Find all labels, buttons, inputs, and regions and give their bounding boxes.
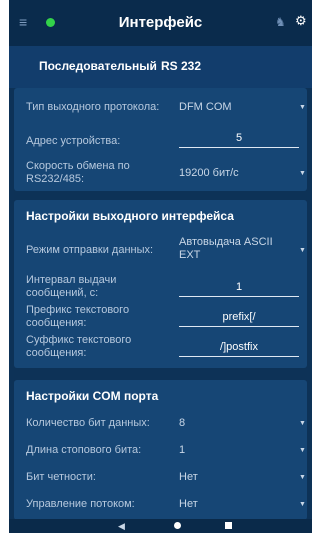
data-bits-value[interactable]: 8 [179, 417, 279, 430]
chevron-down-icon[interactable]: ▼ [299, 419, 306, 429]
app-bar: ≡ Интерфейс ♞ ⚙ [9, 0, 312, 46]
tab-rs232[interactable]: RS 232 [161, 59, 201, 73]
device-address-input[interactable]: 5 [179, 130, 299, 148]
chevron-down-icon[interactable]: ▼ [299, 246, 306, 256]
text-suffix-label: Суффикс текстового сообщения: [26, 334, 132, 359]
page-title: Интерфейс [118, 14, 203, 31]
protocol-type-label: Тип выходного протокола: [26, 101, 160, 113]
flow-control-value[interactable]: Нет [179, 498, 279, 511]
data-bits-label: Количество бит данных: [26, 417, 150, 429]
text-suffix-input[interactable]: /]postfix [179, 339, 299, 357]
text-prefix-input[interactable]: prefix[/ [179, 309, 299, 327]
stop-bits-value[interactable]: 1 [179, 444, 279, 457]
output-interface-title: Настройки выходного интерфейса [26, 209, 234, 223]
gear-icon[interactable]: ⚙ [295, 13, 309, 29]
chevron-down-icon[interactable]: ▼ [299, 103, 306, 113]
chevron-down-icon[interactable]: ▼ [299, 473, 306, 483]
message-interval-input[interactable]: 1 [179, 279, 299, 297]
chevron-down-icon[interactable]: ▼ [299, 446, 306, 456]
parity-label: Бит четности: [26, 471, 96, 483]
stop-bits-label: Длина стопового бита: [26, 444, 142, 456]
baud-rate-value[interactable]: 19200 бит/с [179, 167, 279, 180]
com-port-card: Настройки COM порта Количество бит данны… [14, 380, 307, 520]
device-address-label: Адрес устройства: [26, 135, 121, 147]
back-icon[interactable]: ◀ [118, 520, 125, 532]
send-mode-value[interactable]: Автовыдача ASCII EXT [179, 236, 284, 262]
flow-control-label: Управление потоком: [26, 498, 135, 510]
recent-apps-icon[interactable] [225, 522, 232, 529]
baud-rate-label: Скорость обмена по RS232/485: [26, 160, 130, 185]
home-icon[interactable] [174, 522, 181, 529]
app-frame: ≡ Интерфейс ♞ ⚙ Последовательный RS 232 … [9, 0, 312, 533]
user-icon[interactable]: ♞ [275, 14, 289, 30]
send-mode-label: Режим отправки данных: [26, 244, 154, 256]
interface-tabs: Последовательный RS 232 [9, 46, 312, 88]
output-interface-card: Настройки выходного интерфейса Режим отп… [14, 200, 307, 368]
text-prefix-label: Префикс текстового сообщения: [26, 304, 130, 329]
chevron-down-icon[interactable]: ▼ [299, 500, 306, 510]
tab-serial[interactable]: Последовательный [39, 59, 157, 73]
protocol-card: Тип выходного протокола: DFM COM ▼ Адрес… [14, 88, 307, 191]
chevron-down-icon[interactable]: ▼ [299, 169, 306, 179]
com-port-title: Настройки COM порта [26, 389, 159, 403]
system-nav-bar: ◀ [9, 519, 312, 533]
parity-value[interactable]: Нет [179, 471, 279, 484]
message-interval-label: Интервал выдачи сообщений, с: [26, 274, 117, 299]
protocol-type-value[interactable]: DFM COM [179, 101, 279, 114]
